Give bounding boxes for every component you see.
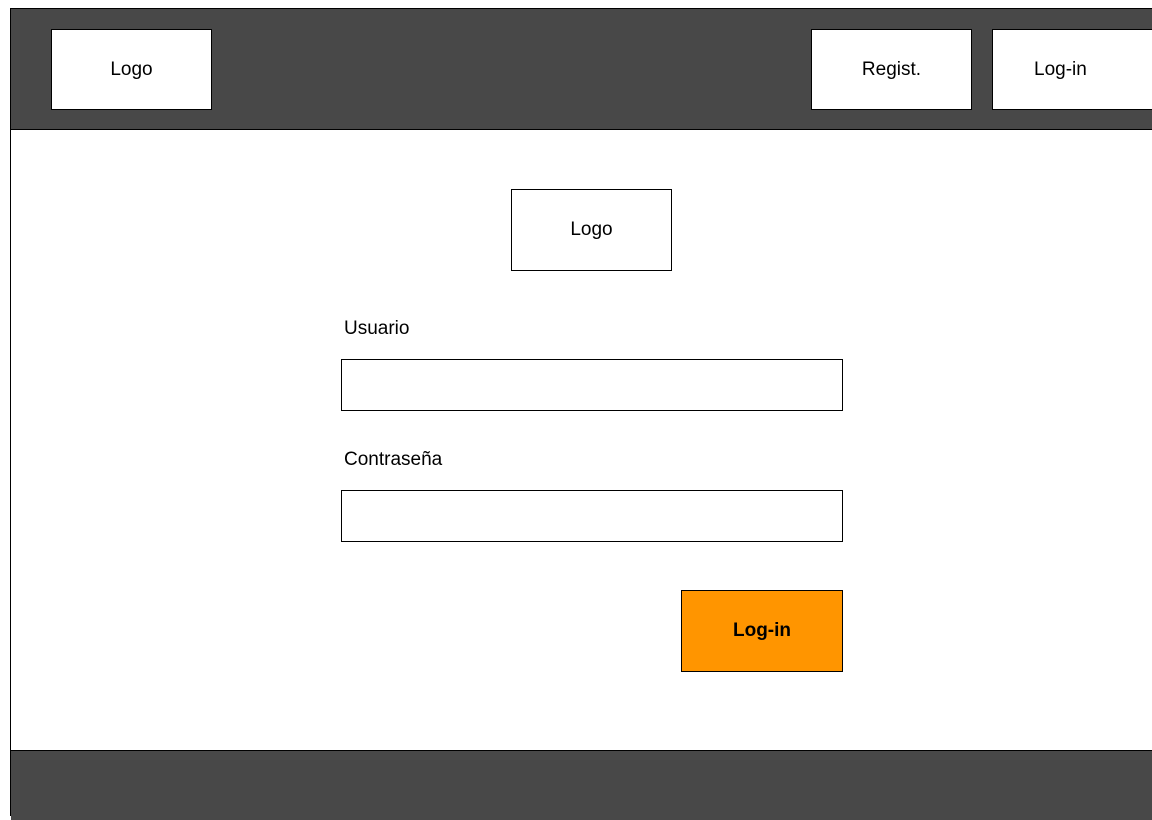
form-logo: Logo	[511, 189, 672, 271]
footer-bar	[11, 750, 1152, 820]
header-logo[interactable]: Logo	[51, 29, 212, 110]
app-frame: Logo Regist. Log-in Logo Usuario Contras…	[10, 8, 1152, 820]
register-button[interactable]: Regist.	[811, 29, 972, 110]
password-input[interactable]	[341, 490, 843, 542]
login-submit-button[interactable]: Log-in	[681, 590, 843, 672]
password-label: Contraseña	[344, 449, 443, 470]
username-input[interactable]	[341, 359, 843, 411]
username-label: Usuario	[344, 318, 410, 339]
top-navigation-bar: Logo Regist. Log-in	[11, 9, 1152, 130]
header-login-button[interactable]: Log-in	[992, 29, 1152, 110]
